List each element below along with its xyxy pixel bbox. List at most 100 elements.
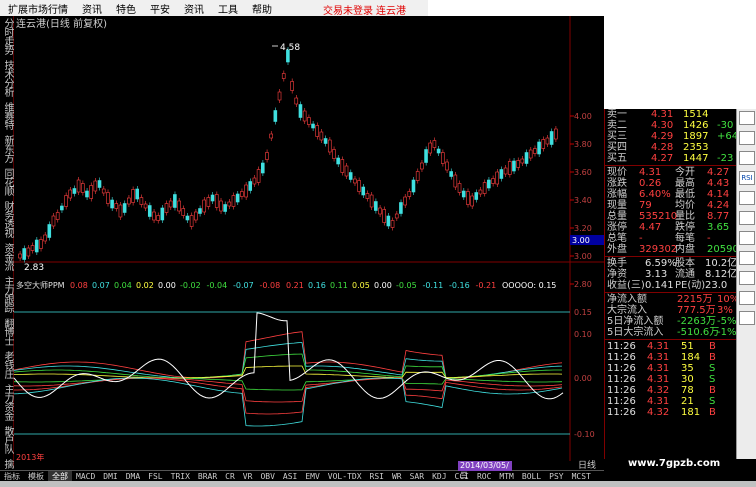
toolbar-icon[interactable] [739,251,755,265]
indicator-tab[interactable]: VOL-TDX [324,472,366,481]
candle [470,195,474,207]
indicator-tab[interactable]: SAR [406,472,428,481]
indicator-tab[interactable]: 全部 [48,470,72,482]
stock-link[interactable]: 连云港 [376,2,406,17]
left-tab[interactable]: 维赛特 [0,102,14,129]
left-tab[interactable]: 新东方 [0,135,14,162]
price-marker-label: 3.00 [572,236,590,245]
indicator-tab[interactable]: ASI [279,472,301,481]
side-icon-bar: RSI [736,109,756,459]
menu-item[interactable]: 资讯 [178,1,212,16]
trade-login-link[interactable]: 交易未登录 [323,2,373,17]
indicator-value: 0.16 [308,281,326,290]
candle [432,140,437,148]
indicator-tab[interactable]: 指标 [0,471,24,482]
left-tab[interactable]: 散户队 [0,426,14,453]
indicator-tab[interactable]: MACD [72,472,99,481]
indicator-tab[interactable]: BOLL [518,472,545,481]
toolbar-icon[interactable] [739,131,755,145]
ask-vol: 1426 [683,120,709,131]
candle [361,186,366,196]
indicator-tab[interactable]: MCST [568,472,595,481]
indicator-tab[interactable]: PSY [545,472,567,481]
indicator-tab[interactable]: VR [239,472,257,481]
indicator-tab[interactable]: EMV [301,472,323,481]
indicator-tab[interactable]: WR [388,472,406,481]
tick-price: 4.31 [647,363,670,374]
tick-vol: 35 [681,363,694,374]
main-chart[interactable]: 连云港(日线 前复权) 4.00 3.80 3.60 3.40 3.20 3.00 2.80… [14,16,604,461]
left-tab[interactable]: 主力跟踪 [0,276,14,312]
tick-row: 11:26 4.32 78 B [605,385,736,396]
indicator-tab[interactable]: TRIX [167,472,194,481]
fin-label: 收益(三) [607,280,645,291]
toolbar-icon[interactable] [739,311,755,325]
stat-value: 535210 [639,211,678,222]
left-tab[interactable]: 擒股 [0,459,14,468]
left-tab[interactable]: 分时走势 [0,18,14,54]
indicator-tab[interactable]: 模板 [24,471,48,482]
toolbar-icon[interactable]: RSI [739,171,755,185]
candle [135,188,139,200]
menu-item[interactable]: 资讯 [76,1,110,16]
menu-item[interactable]: 帮助 [246,1,280,16]
indicator-tab[interactable]: DMA [122,472,144,481]
toolbar-icon[interactable] [739,111,755,125]
indicator-tab[interactable]: ROC [473,472,495,481]
candle [206,197,211,207]
indicator-tab[interactable]: BRAR [194,472,221,481]
toolbar-icon[interactable] [739,151,755,165]
menu-bar-ext [428,0,756,16]
candle [89,185,93,199]
indicator-value: -0.16 [449,281,470,290]
stat-value: 8.77 [707,211,730,222]
watermark-text: www.7gpzb.com [628,458,721,469]
candle [549,131,554,145]
left-tab[interactable]: 资金流 [0,243,14,270]
fin-row: 换手 6.59% 股本 10.2亿 [605,258,737,269]
left-tab[interactable]: 主力资金 [0,384,14,420]
menu-item[interactable]: 特色 [110,1,144,16]
left-tab[interactable]: 翻博士 [0,318,14,345]
candle [420,162,424,170]
fin-value: 3.13 [645,269,668,280]
menu-item[interactable]: 平安 [144,1,178,16]
menu-item[interactable]: 扩展市场行情 [2,1,76,16]
ask-price: 4.30 [651,120,674,131]
toolbar-icon[interactable] [739,211,755,225]
indicator-name: 多空大师PPM [16,280,65,290]
indicator-tab[interactable]: OBV [256,472,278,481]
left-tab[interactable]: 财务透视 [0,201,14,237]
toolbar-icon[interactable] [739,191,755,205]
candle [327,139,332,153]
toolbar-icon[interactable] [739,291,755,305]
flow-row: 5日净流入额 -2263万 -5% [605,316,736,327]
ask-vol: 1897 [683,131,709,142]
left-tab[interactable]: 同花顺 [0,168,14,195]
menu-item[interactable]: 工具 [212,1,246,16]
candle [106,192,110,204]
indicator-tab[interactable]: FSL [144,472,166,481]
candle [248,181,253,191]
candle [369,194,374,208]
left-tab[interactable]: 老钱庄 [0,351,14,378]
left-tab[interactable]: 技术分析 [0,60,14,96]
tick-side: B [709,341,716,352]
indicator-tab[interactable]: DMI [99,472,121,481]
ask-row: 买五 4.27 1447 -23 [605,153,736,164]
indicator-tab[interactable]: MTM [495,472,517,481]
indicator-tab[interactable]: CR [221,472,239,481]
candle [185,215,190,221]
stat-label: 涨跌 [607,178,627,189]
toolbar-icon[interactable] [739,271,755,285]
indicator-tab[interactable]: RSI [366,472,388,481]
indicator-value: OOOOO: 0.15 [502,281,556,290]
daily-button[interactable]: 日线 [578,458,604,471]
indicator-value: 0.00 [374,281,392,290]
indicator-tab[interactable]: KDJ [428,472,450,481]
stat-label: 均价 [675,200,695,211]
toolbar-icon[interactable] [739,231,755,245]
candle [240,191,244,197]
flow-row: 5日大宗流入 -510.6万 -1% [605,327,736,338]
tick-time: 11:26 [607,352,636,363]
